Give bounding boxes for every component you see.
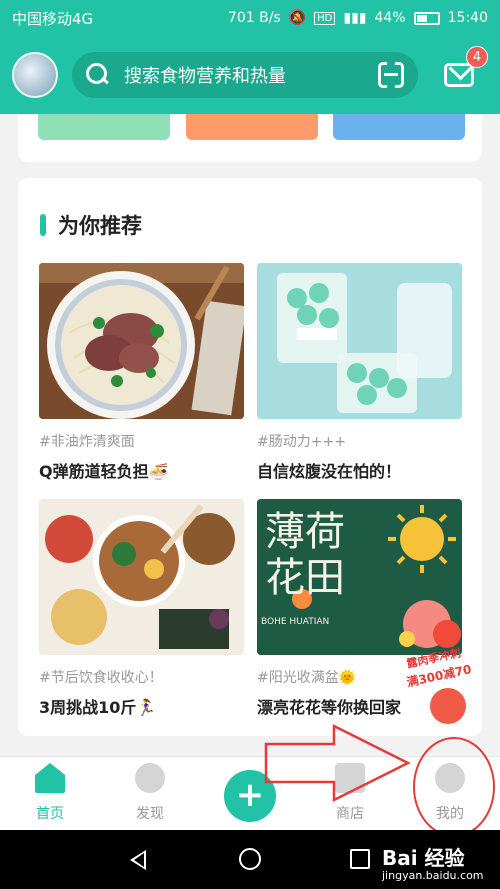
network-speed: 701 B/s [227,10,281,26]
system-nav-bar: Bai 经验 jingyan.baidu.com [0,830,500,889]
status-right: 701 B/s 🔕 HD ▮▮▮ 44% 15:40 [228,10,488,26]
category-card-orange[interactable] [186,114,318,140]
card-image-noodles [39,263,244,419]
nav-shop-label: 商店 [336,806,364,822]
watermark-brand: Bai 经验 [382,846,465,870]
category-card-blue[interactable] [333,114,465,140]
recommend-card[interactable]: #非油炸清爽面 Q弹筋道轻负担🍜 [39,263,244,482]
carrier-label: 中国移动4G [12,9,94,28]
nav-home[interactable]: 首页 [10,763,90,823]
card-image-mint: 薄荷花田 BOHE HUATIAN [257,499,462,655]
baidu-watermark: Bai 经验 jingyan.baidu.com [382,842,484,882]
card-title: 自信炫腹没在怕的！ [257,462,402,481]
search-bar[interactable]: 搜索食物营养和热量 [72,52,418,98]
avatar[interactable] [12,52,58,98]
status-bar: 中国移动4G 701 B/s 🔕 HD ▮▮▮ 44% 15:40 [0,0,500,36]
home-circle-icon[interactable] [239,848,261,870]
recommend-header: 为你推荐 [40,210,142,240]
card-title: 3周挑战10斤🏃‍♀️ [39,698,157,717]
battery-icon [413,11,440,25]
promo-clock-icon [430,688,466,724]
mute-icon: 🔕 [288,10,307,26]
search-icon [86,63,110,87]
mint-pinyin: BOHE HUATIAN [261,617,330,627]
card-tag: #节后饮食收收心！ [39,670,163,686]
nav-home-label: 首页 [36,806,64,822]
mail-badge: 4 [466,46,488,68]
hd-icon: HD [314,11,336,25]
annotation-circle [413,737,495,837]
home-icon [35,763,65,793]
recommend-section: 为你推荐 #非油炸清爽面 Q弹筋道轻负担🍜 #肠动力+++ 自信炫腹没在怕的！ … [18,178,482,736]
app-header: 搜索食物营养和热量 [0,36,500,114]
chat-icon [135,763,165,793]
mint-hanzi: 薄荷花田 [265,509,345,601]
category-cards [18,114,482,162]
battery-percent: 44% [374,10,406,26]
card-tag: #非油炸清爽面 [39,434,135,450]
recommend-card[interactable]: #肠动力+++ 自信炫腹没在怕的！ [257,263,462,482]
mail-icon[interactable] [444,63,474,87]
category-card-green[interactable] [38,114,170,140]
nav-discover-label: 发现 [136,806,164,822]
signal-icon: ▮▮▮ [343,10,367,26]
watermark-url: jingyan.baidu.com [382,869,484,882]
search-placeholder: 搜索食物营养和热量 [124,66,286,87]
scan-icon[interactable] [378,62,404,88]
card-tag: #肠动力+++ [257,434,346,450]
recommend-card[interactable]: #节后饮食收收心！ 3周挑战10斤🏃‍♀️ [39,499,244,718]
back-icon[interactable] [130,850,146,870]
promo-sticker[interactable]: 露肉季冲刺 满300减70 [405,646,480,728]
recommend-title: 为你推荐 [58,214,142,238]
card-title: Q弹筋道轻负担🍜 [39,462,169,481]
recent-apps-icon[interactable] [350,849,370,869]
nav-discover[interactable]: 发现 [110,763,190,823]
title-accent-bar [40,214,46,236]
card-image-jelly [257,263,462,419]
clock: 15:40 [447,10,488,26]
card-image-meal [39,499,244,655]
annotation-arrow [264,723,411,803]
